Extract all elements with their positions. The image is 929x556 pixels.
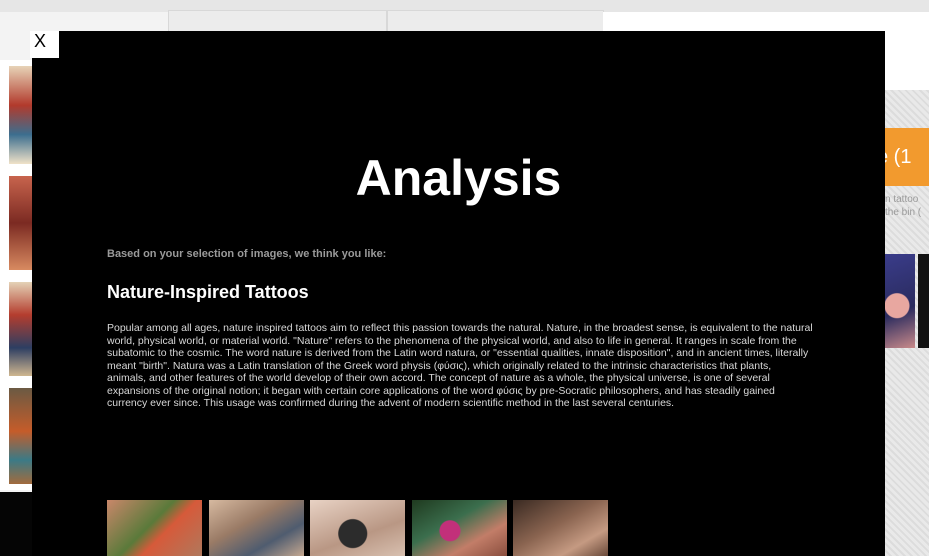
background-tattoo-thumbnail[interactable] [9,388,32,484]
background-tattoo-thumbnail[interactable] [9,282,32,376]
gallery-tattoo-image[interactable] [107,500,202,556]
close-button[interactable]: X [30,31,59,58]
background-tattoo-image[interactable] [885,254,915,348]
background-side-text-line: n tattoo [885,194,919,205]
analysis-modal: Analysis Based on your selection of imag… [32,31,885,556]
gallery-tattoo-image[interactable] [310,500,405,556]
background-dark-area [0,492,32,556]
gallery-tattoo-image[interactable] [513,500,608,556]
background-tattoo-thumbnail[interactable] [9,176,32,270]
background-side-text: n tattoo the bin ( [885,193,929,219]
background-orange-button[interactable]: e (1 [885,128,929,186]
style-description: Popular among all ages, nature inspired … [107,322,813,409]
modal-subtitle: Based on your selection of images, we th… [107,248,387,260]
background-tattoo-image[interactable] [918,254,929,348]
background-tattoo-thumbnail[interactable] [9,66,32,164]
background-orange-button-label: e (1 [885,146,912,168]
modal-title: Analysis [355,150,562,206]
style-name-heading: Nature-Inspired Tattoos [107,282,309,302]
background-side-text-line: the bin ( [885,207,922,218]
gallery-tattoo-image[interactable] [209,500,304,556]
gallery-tattoo-image[interactable] [412,500,507,556]
